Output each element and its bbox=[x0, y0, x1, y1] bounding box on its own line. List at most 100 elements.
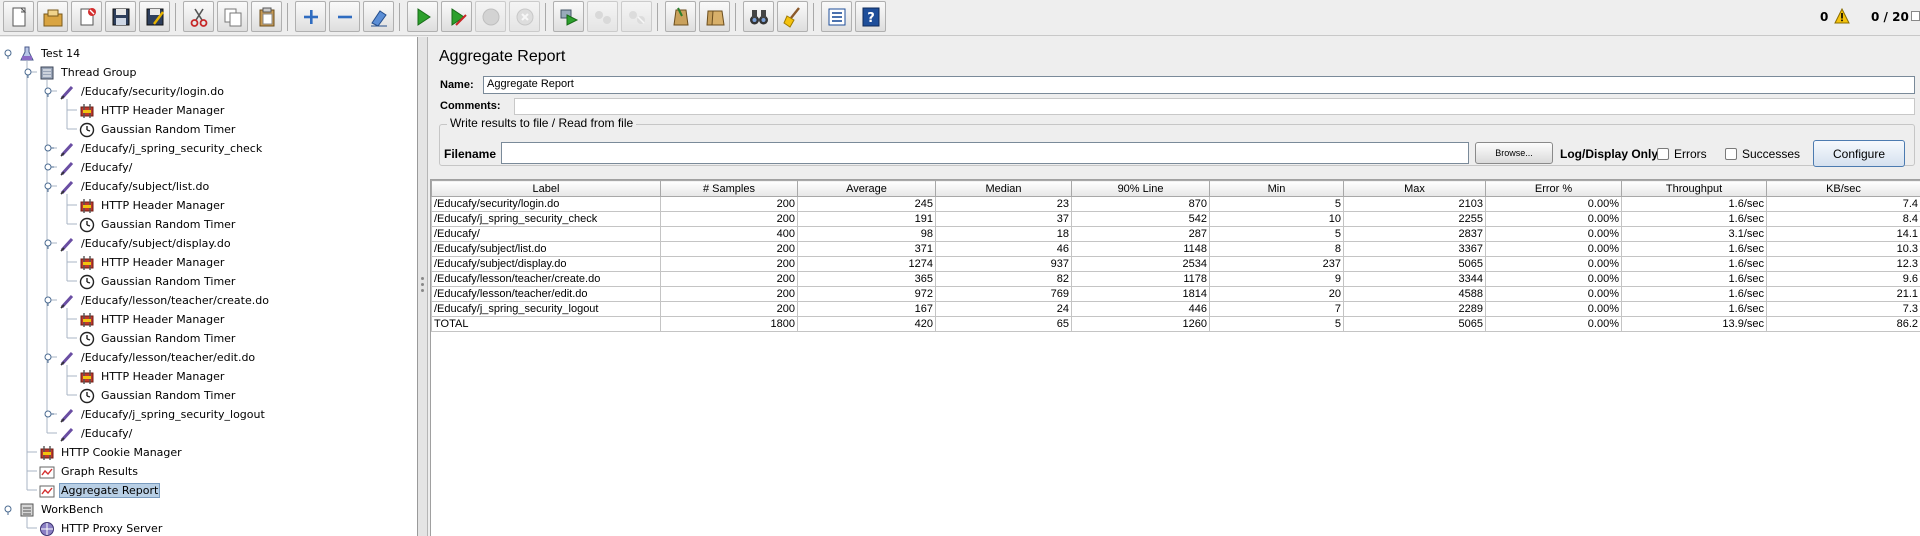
warning-icon[interactable] bbox=[1834, 8, 1850, 24]
table-row[interactable]: /Educafy/subject/display.do 200 1274 937 253… bbox=[431, 256, 1920, 272]
total-row[interactable]: TOTAL 1800 420 65 1260 5 5065 0.00% 13.9/sec 86.2 bbox=[431, 316, 1920, 332]
tree-node[interactable]: Gaussian Random Timer bbox=[78, 216, 237, 233]
tree-node[interactable]: /Educafy/j_spring_security_check bbox=[58, 140, 264, 157]
column-header[interactable]: Max bbox=[1343, 180, 1486, 197]
copy-button[interactable] bbox=[217, 1, 248, 32]
successes-checkbox[interactable] bbox=[1725, 148, 1737, 160]
column-header[interactable]: 90% Line bbox=[1071, 180, 1210, 197]
paste-button[interactable] bbox=[251, 1, 282, 32]
configure-button[interactable]: Configure bbox=[1813, 140, 1905, 167]
tree-node[interactable]: HTTP Proxy Server bbox=[38, 520, 164, 536]
column-header[interactable]: Label bbox=[431, 180, 661, 197]
column-header[interactable]: Average bbox=[797, 180, 936, 197]
column-header[interactable]: # Samples bbox=[660, 180, 798, 197]
search-button[interactable] bbox=[743, 1, 774, 32]
reset-search-button[interactable] bbox=[777, 1, 808, 32]
tree-node[interactable]: Graph Results bbox=[38, 463, 140, 480]
split-pane-divider[interactable] bbox=[418, 37, 428, 536]
table-row[interactable]: /Educafy/lesson/teacher/edit.do 200 972 769… bbox=[431, 286, 1920, 302]
tree-expanded-knob[interactable] bbox=[44, 296, 52, 306]
templates-button[interactable] bbox=[37, 1, 68, 32]
table-cell: 1178 bbox=[1071, 271, 1210, 287]
tree-node[interactable]: Gaussian Random Timer bbox=[78, 121, 237, 138]
start-button[interactable] bbox=[407, 1, 438, 32]
test-plan-tree[interactable]: Test 14 Thread Group/Educafy/security/log… bbox=[0, 37, 418, 536]
tree-node[interactable]: /Educafy/ bbox=[58, 425, 134, 442]
tree-node[interactable]: HTTP Header Manager bbox=[78, 197, 226, 214]
tree-node-label: Test 14 bbox=[41, 47, 81, 60]
tree-node[interactable]: /Educafy/ bbox=[58, 159, 134, 176]
tree-expanded-knob[interactable] bbox=[4, 49, 12, 59]
table-row[interactable]: /Educafy/lesson/teacher/create.do 200 365 8… bbox=[431, 271, 1920, 287]
table-cell: 200 bbox=[660, 196, 798, 212]
tree-node[interactable]: HTTP Header Manager bbox=[78, 368, 226, 385]
save-button[interactable] bbox=[105, 1, 136, 32]
aggregate-table-scroll[interactable]: Label # Samples Average Median 90% Line Min Ma… bbox=[430, 179, 1920, 536]
tree-expanded-knob[interactable] bbox=[4, 505, 12, 515]
new-button[interactable] bbox=[3, 1, 34, 32]
column-header[interactable]: Error % bbox=[1485, 180, 1622, 197]
expand-button[interactable] bbox=[295, 1, 326, 32]
column-header[interactable]: Median bbox=[935, 180, 1072, 197]
toggle-button[interactable] bbox=[363, 1, 394, 32]
stop-button[interactable] bbox=[475, 1, 506, 32]
filename-field[interactable] bbox=[501, 142, 1469, 164]
column-header[interactable]: Throughput bbox=[1621, 180, 1767, 197]
shutdown-button[interactable] bbox=[509, 1, 540, 32]
tree-node[interactable]: Thread Group bbox=[38, 64, 138, 81]
comments-field[interactable] bbox=[514, 98, 1915, 115]
table-cell: 7 bbox=[1209, 301, 1344, 317]
browse-button[interactable]: Browse... bbox=[1475, 142, 1553, 164]
tree-expanded-knob[interactable] bbox=[44, 182, 52, 192]
clear-all-button[interactable] bbox=[699, 1, 730, 32]
tree-node[interactable]: /Educafy/subject/list.do bbox=[58, 178, 211, 195]
config-icon bbox=[78, 102, 96, 120]
tree-node[interactable]: /Educafy/j_spring_security_logout bbox=[58, 406, 267, 423]
clear-button[interactable] bbox=[665, 1, 696, 32]
successes-checkbox-label[interactable]: Successes bbox=[1742, 147, 1800, 161]
errors-checkbox-label[interactable]: Errors bbox=[1674, 147, 1707, 161]
tree-expanded-knob[interactable] bbox=[44, 87, 52, 97]
tree-collapsed-knob[interactable] bbox=[44, 163, 54, 171]
tree-node[interactable]: HTTP Header Manager bbox=[78, 311, 226, 328]
tree-collapsed-knob[interactable] bbox=[44, 144, 54, 152]
tree-expanded-knob[interactable] bbox=[44, 239, 52, 249]
name-field[interactable]: Aggregate Report bbox=[483, 76, 1915, 94]
remote-shutdown-button[interactable] bbox=[621, 1, 652, 32]
tree-node[interactable]: Test 14 bbox=[18, 45, 82, 62]
table-row[interactable]: /Educafy/subject/list.do 200 371 46 1148 8 336… bbox=[431, 241, 1920, 257]
errors-checkbox[interactable] bbox=[1657, 148, 1669, 160]
remote-stop-button[interactable] bbox=[587, 1, 618, 32]
table-row[interactable]: /Educafy/security/login.do 200 245 23 870 5 21… bbox=[431, 196, 1920, 212]
tree-node[interactable]: /Educafy/security/login.do bbox=[58, 83, 226, 100]
help-button[interactable]: ? bbox=[855, 1, 886, 32]
start-no-pauses-button[interactable] bbox=[441, 1, 472, 32]
tree-collapsed-knob[interactable] bbox=[44, 410, 54, 418]
cut-button[interactable] bbox=[183, 1, 214, 32]
tree-node[interactable]: Gaussian Random Timer bbox=[78, 273, 237, 290]
tree-node-label: HTTP Header Manager bbox=[101, 199, 225, 212]
tree-expanded-knob[interactable] bbox=[44, 353, 52, 363]
column-header[interactable]: KB/sec bbox=[1766, 180, 1920, 197]
tree-node[interactable]: HTTP Header Manager bbox=[78, 254, 226, 271]
collapse-button[interactable] bbox=[329, 1, 360, 32]
table-row[interactable]: /Educafy/j_spring_security_check 200 191 37… bbox=[431, 211, 1920, 227]
table-row[interactable]: /Educafy/j_spring_security_logout 200 167 2… bbox=[431, 301, 1920, 317]
tree-node[interactable]: /Educafy/subject/display.do bbox=[58, 235, 233, 252]
open-button[interactable] bbox=[71, 1, 102, 32]
tree-node[interactable]: Aggregate Report bbox=[38, 482, 161, 499]
tree-node[interactable]: WorkBench bbox=[18, 501, 105, 518]
save-as-button[interactable] bbox=[139, 1, 170, 32]
tree-node[interactable]: HTTP Header Manager bbox=[78, 102, 226, 119]
config-icon bbox=[38, 444, 56, 462]
tree-node[interactable]: HTTP Cookie Manager bbox=[38, 444, 184, 461]
tree-node[interactable]: /Educafy/lesson/teacher/edit.do bbox=[58, 349, 257, 366]
table-row[interactable]: /Educafy/400 98 18 287 5 2837 0.00% 3.1/sec 14.1 bbox=[431, 226, 1920, 242]
tree-node[interactable]: /Educafy/lesson/teacher/create.do bbox=[58, 292, 271, 309]
remote-start-button[interactable] bbox=[553, 1, 584, 32]
tree-node[interactable]: Gaussian Random Timer bbox=[78, 387, 237, 404]
tree-node[interactable]: Gaussian Random Timer bbox=[78, 330, 237, 347]
tree-expanded-knob[interactable] bbox=[24, 68, 32, 78]
column-header[interactable]: Min bbox=[1209, 180, 1344, 197]
function-helper-button[interactable] bbox=[821, 1, 852, 32]
